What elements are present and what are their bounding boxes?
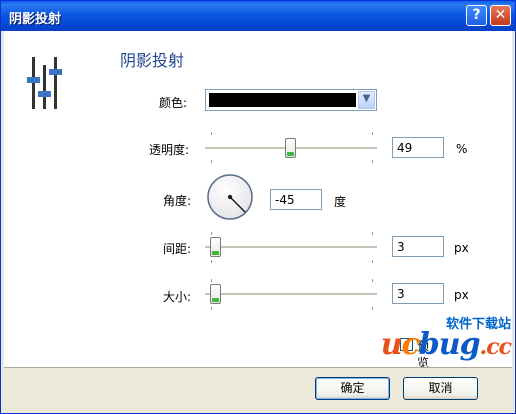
- slider-tick: [211, 232, 212, 235]
- size-unit: px: [454, 288, 469, 302]
- slider-tick: [211, 307, 212, 310]
- distance-slider[interactable]: [205, 246, 377, 249]
- ok-button[interactable]: 确定: [315, 377, 390, 400]
- size-input[interactable]: [392, 283, 444, 304]
- slider-tick: [372, 279, 373, 282]
- angle-unit: 度: [334, 195, 347, 209]
- opacity-slider-thumb[interactable]: [285, 138, 296, 158]
- button-bar: 确定 取消: [4, 367, 512, 413]
- opacity-unit: %: [456, 142, 468, 156]
- slider-tick: [211, 260, 212, 263]
- slider-tick: [211, 132, 212, 135]
- angle-label: 角度:: [163, 194, 192, 208]
- shadow-dialog: 阴影投射 ? ✕ 阴影投射 颜色: ▼ 透明度: % 角度:: [0, 0, 516, 414]
- dialog-content: 阴影投射 颜色: ▼ 透明度: % 角度:: [4, 31, 512, 370]
- preview-label: 预览: [417, 339, 430, 370]
- close-button[interactable]: ✕: [490, 5, 511, 26]
- size-slider-thumb[interactable]: [210, 284, 221, 304]
- slider-tick: [372, 160, 373, 163]
- opacity-label: 透明度:: [149, 143, 190, 157]
- slider-tick: [211, 160, 212, 163]
- angle-dial-icon[interactable]: [206, 173, 254, 221]
- distance-unit: px: [454, 241, 469, 255]
- size-label: 大小:: [163, 290, 192, 304]
- help-button[interactable]: ?: [466, 5, 487, 26]
- angle-input[interactable]: [270, 189, 322, 210]
- color-label: 颜色:: [159, 96, 188, 110]
- color-select[interactable]: ▼: [205, 89, 377, 111]
- slider-tick: [372, 232, 373, 235]
- size-slider[interactable]: [205, 293, 377, 296]
- slider-tick: [211, 279, 212, 282]
- window-title: 阴影投射: [9, 12, 62, 27]
- preview-checkbox[interactable]: ✓: [400, 338, 413, 351]
- title-bar[interactable]: 阴影投射 ? ✕: [1, 1, 515, 31]
- cancel-button[interactable]: 取消: [403, 377, 478, 400]
- chevron-down-icon[interactable]: ▼: [358, 91, 375, 109]
- opacity-input[interactable]: [392, 137, 444, 158]
- sliders-icon: [27, 57, 62, 109]
- distance-slider-thumb[interactable]: [210, 237, 221, 257]
- distance-input[interactable]: [392, 236, 444, 257]
- slider-tick: [372, 260, 373, 263]
- slider-tick: [372, 132, 373, 135]
- distance-label: 间距:: [163, 242, 192, 256]
- color-swatch: [209, 93, 356, 107]
- slider-tick: [372, 307, 373, 310]
- page-title: 阴影投射: [120, 51, 185, 70]
